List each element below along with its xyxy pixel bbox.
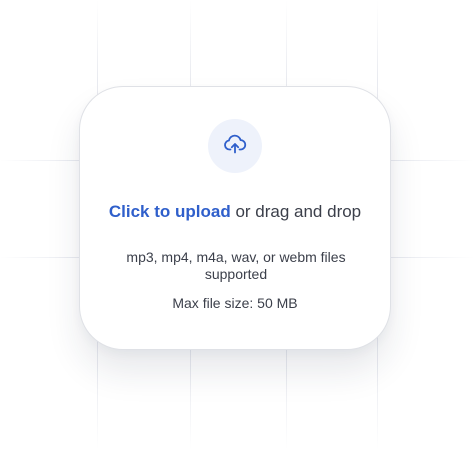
max-file-size-text: Max file size: 50 MB bbox=[172, 295, 298, 311]
upload-prompt: Click to upload or drag and drop bbox=[80, 202, 390, 222]
click-to-upload-link[interactable]: Click to upload bbox=[109, 202, 231, 221]
upload-icon-badge bbox=[208, 119, 262, 173]
page: Click to upload or drag and drop mp3, mp… bbox=[0, 0, 474, 450]
drag-and-drop-text: or drag and drop bbox=[235, 202, 362, 221]
cloud-upload-icon bbox=[223, 132, 247, 161]
supported-formats-text: mp3, mp4, m4a, wav, or webm files suppor… bbox=[126, 249, 346, 282]
file-dropzone[interactable]: Click to upload or drag and drop mp3, mp… bbox=[79, 86, 391, 350]
